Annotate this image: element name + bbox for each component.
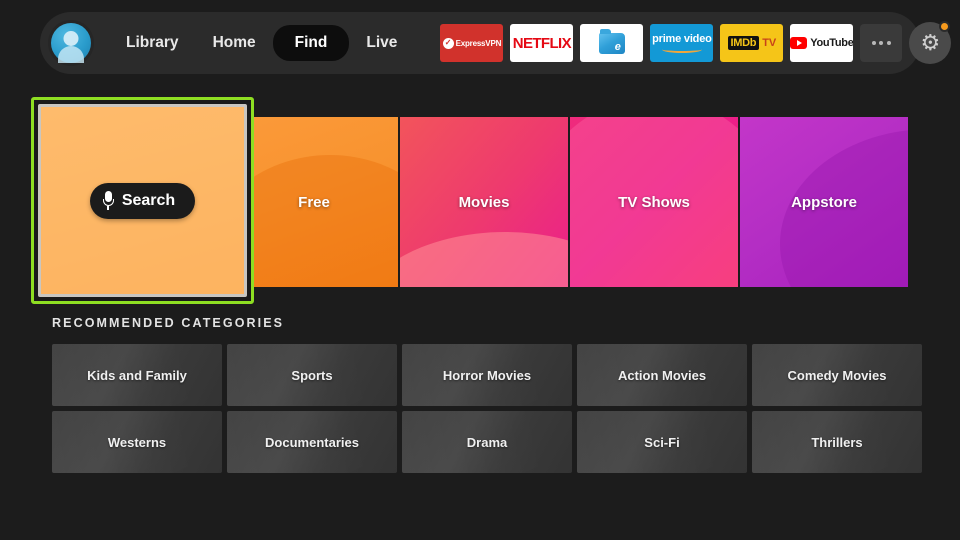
imdb-tv-suffix-label: TV [762, 37, 777, 49]
more-apps-button[interactable] [860, 24, 903, 62]
avatar-body-icon [58, 46, 84, 64]
category-label: Thrillers [811, 434, 863, 450]
category-horror-movies[interactable]: Horror Movies [402, 344, 572, 406]
tile-label-appstore: Appstore [791, 193, 857, 211]
tile-free[interactable]: Free [230, 117, 398, 287]
imdb-label: IMDb [727, 36, 760, 50]
notification-badge-icon [939, 21, 951, 32]
app-netflix[interactable]: NETFLIX [510, 24, 574, 62]
avatar-head-icon [63, 31, 79, 46]
app-youtube[interactable]: YouTube [790, 24, 854, 62]
settings-button[interactable]: ⚙ [909, 21, 952, 64]
recommended-categories-grid: Kids and Family Sports Horror Movies Act… [52, 344, 922, 473]
app-shortcuts: ✓ ExpressVPN NETFLIX prime video IMDb [440, 24, 903, 62]
tile-label-search: Search [121, 191, 176, 209]
app-expressvpn[interactable]: ✓ ExpressVPN [440, 24, 504, 62]
youtube-logo-icon: YouTube [790, 37, 853, 49]
tile-movies[interactable]: Movies [400, 117, 568, 287]
top-navigation-bar: Library Home Find Live ✓ ExpressVPN NETF… [40, 12, 952, 74]
expressvpn-logo-icon: ✓ ExpressVPN [442, 37, 502, 49]
tile-decoration-movies [400, 232, 568, 287]
category-label: Documentaries [265, 434, 359, 450]
nav-item-home[interactable]: Home [196, 26, 273, 60]
ellipsis-icon [871, 41, 891, 45]
imdb-tv-logo-icon: IMDb TV [727, 36, 777, 50]
tile-search-surface: Search [38, 104, 247, 297]
youtube-label: YouTube [810, 37, 854, 49]
section-title-recommended-categories: RECOMMENDED CATEGORIES [52, 316, 285, 330]
fire-tv-find-screen: Library Home Find Live ✓ ExpressVPN NETF… [0, 0, 960, 540]
prime-video-label: prime video [652, 32, 712, 45]
amazon-smile-icon [661, 46, 702, 53]
category-documentaries[interactable]: Documentaries [227, 411, 397, 473]
profile-avatar[interactable] [51, 23, 91, 64]
app-imdb-tv[interactable]: IMDb TV [720, 24, 784, 62]
category-drama[interactable]: Drama [402, 411, 572, 473]
folder-icon [598, 28, 625, 54]
tile-tv-shows[interactable]: TV Shows [570, 117, 738, 287]
category-label: Action Movies [617, 367, 707, 383]
category-label: Westerns [107, 434, 167, 450]
tile-label-free: Free [298, 193, 330, 211]
category-westerns[interactable]: Westerns [52, 411, 222, 473]
tile-decoration-free [230, 155, 398, 287]
nav-item-find[interactable]: Find [272, 25, 350, 61]
microphone-icon [102, 191, 114, 210]
category-label: Horror Movies [442, 367, 532, 383]
category-label: Sci-Fi [644, 434, 680, 450]
tile-label-tv-shows: TV Shows [618, 193, 690, 211]
tile-label-movies: Movies [458, 193, 510, 211]
prime-video-logo-icon: prime video [652, 32, 712, 53]
nav-item-live[interactable]: Live [349, 26, 414, 60]
tile-search[interactable]: Search [31, 97, 254, 304]
category-label: Comedy Movies [787, 367, 887, 383]
app-es-file-explorer[interactable] [580, 24, 644, 62]
category-kids-and-family[interactable]: Kids and Family [52, 344, 222, 406]
nav-links: Library Home Find Live [109, 25, 414, 61]
netflix-label: NETFLIX [512, 34, 572, 52]
category-thrillers[interactable]: Thrillers [752, 411, 922, 473]
expressvpn-check-icon: ✓ [442, 37, 454, 49]
category-comedy-movies[interactable]: Comedy Movies [752, 344, 922, 406]
voice-search-button[interactable]: Search [89, 182, 196, 219]
expressvpn-label: ExpressVPN [455, 38, 502, 48]
category-sci-fi[interactable]: Sci-Fi [577, 411, 747, 473]
category-label: Sports [291, 367, 333, 383]
category-action-movies[interactable]: Action Movies [577, 344, 747, 406]
nav-item-library[interactable]: Library [109, 26, 196, 60]
tile-appstore[interactable]: Appstore [740, 117, 908, 287]
category-sports[interactable]: Sports [227, 344, 397, 406]
category-label: Kids and Family [87, 367, 187, 383]
app-prime-video[interactable]: prime video [650, 24, 714, 62]
play-icon [790, 37, 808, 49]
category-label: Drama [466, 434, 508, 450]
